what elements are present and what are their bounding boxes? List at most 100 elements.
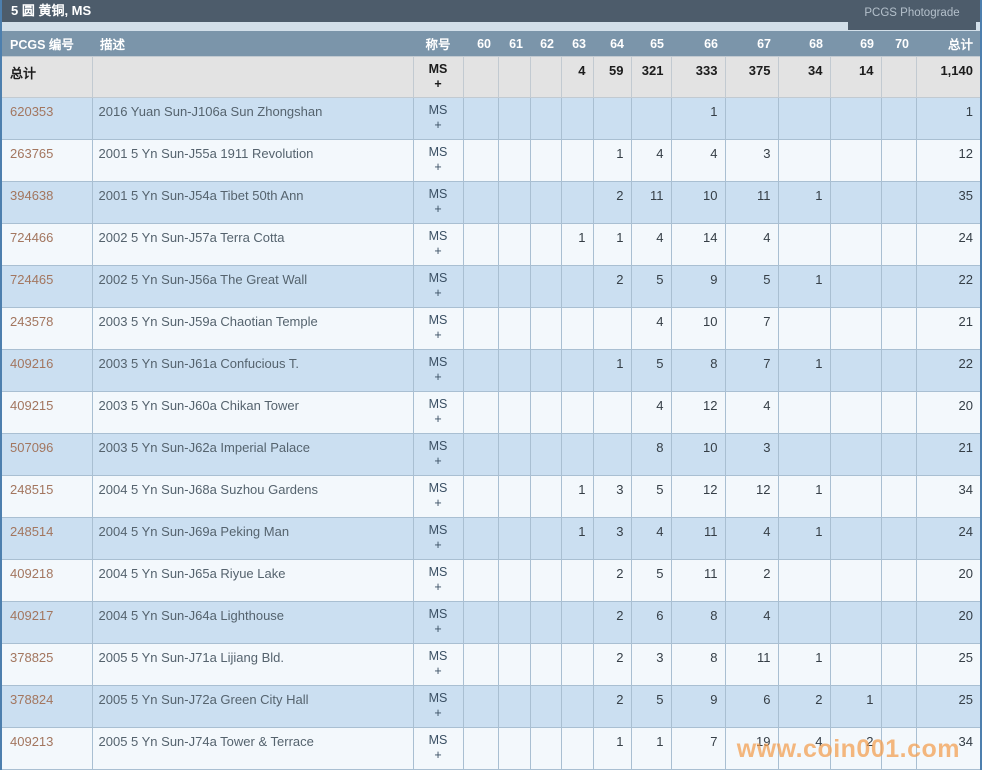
pcgs-number-link[interactable]: 248514 — [10, 524, 53, 539]
grade-63-count: 1 — [560, 517, 594, 560]
designation-cell: MS + — [412, 349, 464, 392]
grade-66-count: 8 — [670, 601, 726, 644]
grade-65-count: 8 — [630, 433, 672, 476]
pcgs-number-cell: 394638 — [2, 181, 93, 224]
column-header-65: 65 — [631, 31, 671, 57]
pcgs-number-link[interactable]: 263765 — [10, 146, 53, 161]
grade-68-count: 34 — [777, 56, 831, 98]
grade-66-count: 11 — [670, 559, 726, 602]
table-row: 248515 2004 5 Yn Sun-J68a Suzhou Gardens M… — [2, 475, 980, 518]
pcgs-number-link[interactable]: 409217 — [10, 608, 53, 623]
coin-description — [91, 56, 414, 98]
row-total-cell: 1 — [915, 97, 980, 140]
grade-63-count — [560, 643, 594, 686]
grade-61-count — [497, 349, 531, 392]
pcgs-number-link[interactable]: 507096 — [10, 440, 53, 455]
population-table: PCGS 编号 描述 称号 60 61 62 63 64 65 66 67 68 69 70 总计 总计 MS… — [2, 31, 980, 770]
row-total-cell: 20 — [915, 391, 980, 434]
pcgs-number-link[interactable]: 248515 — [10, 482, 53, 497]
pcgs-number-link[interactable]: 620353 — [10, 104, 53, 119]
grade-65-count: 5 — [630, 265, 672, 308]
page-title: 5 圆 黄铜, MS — [11, 3, 92, 18]
designation-plus: + — [434, 538, 442, 552]
pcgs-number-link[interactable]: 378824 — [10, 692, 53, 707]
grade-60-count — [462, 265, 499, 308]
grade-60-count — [462, 685, 499, 728]
grade-67-count — [724, 97, 779, 140]
pcgs-number-link[interactable]: 409213 — [10, 734, 53, 749]
grade-64-count — [592, 433, 632, 476]
grade-65-count: 321 — [630, 56, 672, 98]
column-header-70: 70 — [881, 31, 916, 57]
designation-ms: MS — [428, 313, 448, 327]
grade-66-count: 12 — [670, 391, 726, 434]
grade-64-count: 59 — [592, 56, 632, 98]
grade-60-count — [462, 601, 499, 644]
grade-69-count — [829, 559, 882, 602]
row-total-cell: 34 — [915, 475, 980, 518]
table-row: 409218 2004 5 Yn Sun-J65a Riyue Lake MS +2 5… — [2, 559, 980, 602]
grade-62-count — [529, 643, 562, 686]
pcgs-number-link[interactable]: 243578 — [10, 314, 53, 329]
grade-68-count — [777, 307, 831, 350]
designation-cell: MS + — [412, 727, 464, 770]
designation-cell: MS + — [412, 139, 464, 182]
grade-65-count: 4 — [630, 139, 672, 182]
grade-60-count — [462, 56, 499, 98]
grade-68-count: 1 — [777, 517, 831, 560]
grade-65-count: 6 — [630, 601, 672, 644]
grade-62-count — [529, 265, 562, 308]
designation-plus: + — [434, 202, 442, 216]
column-header-description: 描述 — [92, 31, 413, 57]
designation-cell: MS + — [412, 433, 464, 476]
grade-60-count — [462, 433, 499, 476]
grade-68-count — [777, 559, 831, 602]
table-row: 394638 2001 5 Yn Sun-J54a Tibet 50th Ann M… — [2, 181, 980, 224]
grade-64-count: 2 — [592, 181, 632, 224]
pcgs-number-link[interactable]: 409216 — [10, 356, 53, 371]
grade-70-count — [880, 643, 917, 686]
grade-70-count — [880, 559, 917, 602]
coin-description: 2002 5 Yn Sun-J56a The Great Wall — [91, 265, 414, 308]
grade-65-count: 4 — [630, 307, 672, 350]
grade-62-count — [529, 349, 562, 392]
table-row: 724465 2002 5 Yn Sun-J56a The Great Wall M… — [2, 265, 980, 308]
grade-61-count — [497, 181, 531, 224]
grade-67-count: 6 — [724, 685, 779, 728]
pcgs-number-cell: 409213 — [2, 727, 93, 770]
grade-68-count: 1 — [777, 643, 831, 686]
designation-ms: MS — [428, 733, 448, 747]
grade-66-count: 1 — [670, 97, 726, 140]
table-row: 507096 2003 5 Yn Sun-J62a Imperial Palace… — [2, 433, 980, 476]
grade-60-count — [462, 643, 499, 686]
grade-64-count — [592, 391, 632, 434]
coin-description: 2004 5 Yn Sun-J64a Lighthouse — [91, 601, 414, 644]
photograde-link[interactable]: PCGS Photograde — [864, 7, 959, 19]
pcgs-number-link[interactable]: 409215 — [10, 398, 53, 413]
pcgs-number-link[interactable]: 394638 — [10, 188, 53, 203]
coin-description: 2005 5 Yn Sun-J71a Lijiang Bld. — [91, 643, 414, 686]
designation-ms: MS — [428, 481, 448, 495]
row-total-cell: 34 — [915, 727, 980, 770]
grade-68-count — [777, 433, 831, 476]
designation-cell: MS + — [412, 517, 464, 560]
column-header-pcgs: PCGS 编号 — [2, 31, 92, 57]
grade-66-count: 10 — [670, 307, 726, 350]
grade-62-count — [529, 223, 562, 266]
pcgs-number-link[interactable]: 409218 — [10, 566, 53, 581]
grade-62-count — [529, 56, 562, 98]
pcgs-number-link[interactable]: 724465 — [10, 272, 53, 287]
grade-70-count — [880, 349, 917, 392]
photograde-tab[interactable]: PCGS Photograde — [848, 0, 976, 30]
column-header-62: 62 — [530, 31, 561, 57]
grade-60-count — [462, 349, 499, 392]
coin-description: 2002 5 Yn Sun-J57a Terra Cotta — [91, 223, 414, 266]
pcgs-number-link[interactable]: 724466 — [10, 230, 53, 245]
designation-plus: + — [434, 454, 442, 468]
pcgs-number-link[interactable]: 378825 — [10, 650, 53, 665]
title-bar: 5 圆 黄铜, MS — [2, 0, 980, 22]
designation-cell: MS + — [412, 223, 464, 266]
grade-62-count — [529, 727, 562, 770]
grade-69-count — [829, 265, 882, 308]
grade-68-count — [777, 601, 831, 644]
